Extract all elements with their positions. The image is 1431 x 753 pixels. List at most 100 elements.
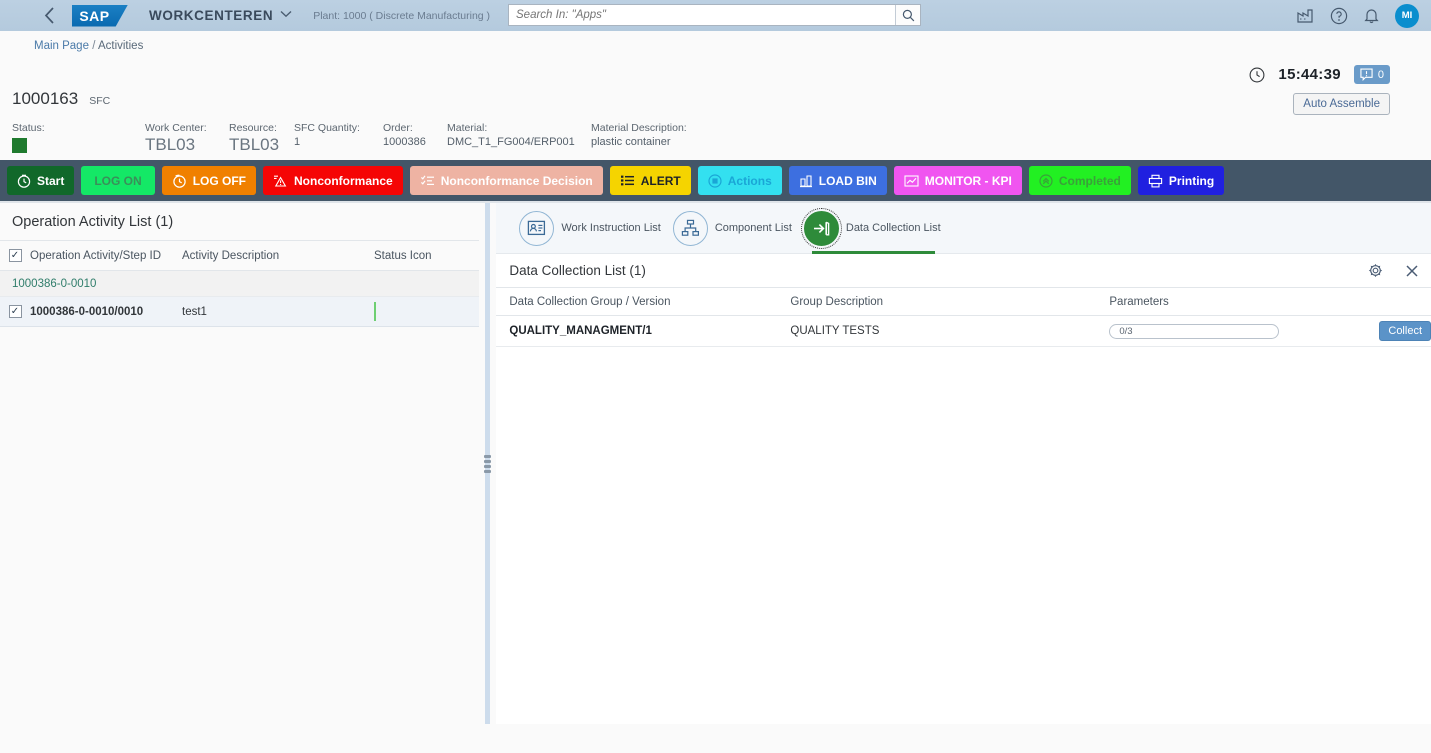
detail-panel: Work Instruction List Component List Dat… xyxy=(496,203,1431,724)
row-select-cell: ✓ xyxy=(0,305,30,318)
data-collection-list-header: Data Collection List (1) xyxy=(496,254,1431,288)
select-all-checkbox[interactable]: ✓ xyxy=(8,249,22,262)
row-action-cell: Collect xyxy=(1379,321,1431,341)
button-label: Completed xyxy=(1058,173,1121,188)
gear-icon[interactable] xyxy=(1368,263,1383,278)
log-on-button[interactable]: LOG ON xyxy=(81,166,155,195)
breadcrumb-separator: / xyxy=(92,39,96,52)
factory-icon[interactable] xyxy=(1297,8,1314,23)
circle-dot-icon xyxy=(708,173,722,188)
tab-data-collection-list[interactable]: Data Collection List xyxy=(800,203,943,254)
row-operation-activity-step-id: 1000386-0-0010/0010 xyxy=(30,305,144,318)
monitor-kpi-button[interactable]: MONITOR - KPI xyxy=(893,166,1022,195)
body-split: Operation Activity List (1) ✓ Operation … xyxy=(0,203,1431,724)
sfc-number: 1000163 xyxy=(12,89,79,108)
row-group-description: QUALITY TESTS xyxy=(790,325,880,337)
breadcrumb-main-page[interactable]: Main Page xyxy=(34,40,89,52)
sfc-field-value: TBL03 xyxy=(229,135,280,154)
plant-info: Plant: 1000 ( Discrete Manufacturing ) xyxy=(313,9,491,22)
data-collection-table-header: Data Collection Group / Version Group De… xyxy=(496,288,1431,316)
table-row[interactable]: ✓ 1000386-0-0010/0010 test1 xyxy=(0,297,480,327)
chevron-down-icon xyxy=(280,10,292,18)
button-label: LOG OFF xyxy=(192,173,247,188)
sfc-field-material-description: Material Description: plastic container xyxy=(591,122,687,153)
message-badge[interactable]: 0 xyxy=(1353,65,1390,84)
column-header-group-description: Group Description xyxy=(790,295,884,308)
sfc-field-sfc-quantity: SFC Quantity: 1 xyxy=(294,122,383,153)
auto-assemble-button[interactable]: Auto Assemble xyxy=(1293,93,1390,115)
data-collection-list-card: Data Collection List (1) Data Collection… xyxy=(496,254,1431,724)
kpi-icon xyxy=(904,174,919,188)
breadcrumb-activities: Activities xyxy=(97,39,144,52)
clock-time: 15:44:39 xyxy=(1278,66,1341,83)
splitter-grip-icon[interactable] xyxy=(484,454,492,473)
close-icon[interactable] xyxy=(1405,264,1419,278)
data-collection-list-title: Data Collection List (1) xyxy=(509,263,646,278)
load-bin-button[interactable]: LOAD BIN xyxy=(788,166,887,195)
search-button[interactable] xyxy=(895,5,920,25)
button-label: Actions xyxy=(727,173,772,188)
sfc-field-material: Material: DMC_T1_FG004/ERP001 xyxy=(447,122,591,153)
warning-icon xyxy=(273,174,288,188)
back-navigation-button[interactable] xyxy=(34,0,64,31)
start-button[interactable]: Start xyxy=(7,166,75,195)
sfc-field-work-center: Work Center: TBL03 xyxy=(145,122,229,153)
sfc-field-label: Order: xyxy=(383,122,413,134)
work-instruction-icon xyxy=(519,210,555,246)
help-icon[interactable] xyxy=(1330,7,1348,25)
table-empty-area xyxy=(496,347,1431,724)
data-collection-icon xyxy=(800,207,842,249)
row-checkbox[interactable]: ✓ xyxy=(8,305,22,318)
operation-activity-list-panel: Operation Activity List (1) ✓ Operation … xyxy=(0,203,480,724)
completed-button[interactable]: Completed xyxy=(1028,166,1131,195)
search-box[interactable] xyxy=(508,4,921,26)
panel-splitter[interactable] xyxy=(479,203,497,724)
sfc-field-label: Material Description: xyxy=(591,122,687,134)
sfc-field-value: plastic container xyxy=(591,136,671,148)
list-icon xyxy=(620,174,635,187)
tab-work-instruction-list[interactable]: Work Instruction List xyxy=(519,203,672,254)
row-status-cell xyxy=(374,301,474,321)
nonconformance-button[interactable]: Nonconformance xyxy=(263,166,403,195)
log-off-button[interactable]: LOG OFF xyxy=(161,166,257,195)
sap-logo[interactable]: SAP xyxy=(72,4,128,27)
app-title-dropdown-button[interactable] xyxy=(280,10,292,21)
message-icon xyxy=(1360,68,1373,81)
clock-start-icon xyxy=(17,174,31,188)
sfc-field-resource: Resource: TBL03 xyxy=(229,122,294,153)
search-input[interactable] xyxy=(509,5,895,25)
sfc-field-value: DMC_T1_FG004/ERP001 xyxy=(447,136,575,148)
nonconformance-decision-button[interactable]: Nonconformance Decision xyxy=(409,166,603,195)
operation-activity-table: ✓ Operation Activity/Step ID Activity De… xyxy=(0,241,480,327)
bin-icon xyxy=(799,174,813,188)
bell-icon[interactable] xyxy=(1364,7,1379,24)
actions-button[interactable]: Actions xyxy=(697,166,782,195)
status-bar: 15:44:39 0 xyxy=(0,60,1431,89)
table-group-row[interactable]: 1000386-0-0010 xyxy=(0,271,480,297)
printing-button[interactable]: Printing xyxy=(1137,166,1225,195)
sfc-field-label: Work Center: xyxy=(145,122,207,134)
sfc-label: SFC xyxy=(89,95,111,107)
chevron-left-icon xyxy=(44,7,54,24)
button-label: Printing xyxy=(1168,173,1215,188)
column-header-operation-activity-step-id: Operation Activity/Step ID xyxy=(30,249,162,262)
search-icon xyxy=(902,9,914,21)
select-all-cell: ✓ xyxy=(0,249,30,262)
sfc-fields: Status: Work Center: TBL03 Resource: TBL… xyxy=(0,122,1431,153)
parameters-progress-field[interactable]: 0/3 xyxy=(1109,323,1280,339)
group-row-id: 1000386-0-0010 xyxy=(12,277,97,290)
row-parameters-cell: 0/3 xyxy=(1109,323,1379,339)
tab-component-list[interactable]: Component List xyxy=(672,203,804,254)
collect-button[interactable]: Collect xyxy=(1379,321,1431,341)
sap-logo-text: SAP xyxy=(79,7,110,24)
row-activity-description: test1 xyxy=(182,305,207,318)
table-row[interactable]: QUALITY_MANAGMENT/1 QUALITY TESTS 0/3 Co… xyxy=(496,316,1431,347)
row-group-version: QUALITY_MANAGMENT/1 xyxy=(509,325,652,337)
avatar[interactable]: MI xyxy=(1395,3,1419,28)
status-badge xyxy=(12,138,27,153)
row-status-icon xyxy=(374,301,376,321)
column-header-parameters: Parameters xyxy=(1109,295,1169,308)
sfc-field-label: Resource: xyxy=(229,122,277,134)
sfc-field-value: 1 xyxy=(294,136,301,148)
alert-button[interactable]: ALERT xyxy=(609,166,691,195)
